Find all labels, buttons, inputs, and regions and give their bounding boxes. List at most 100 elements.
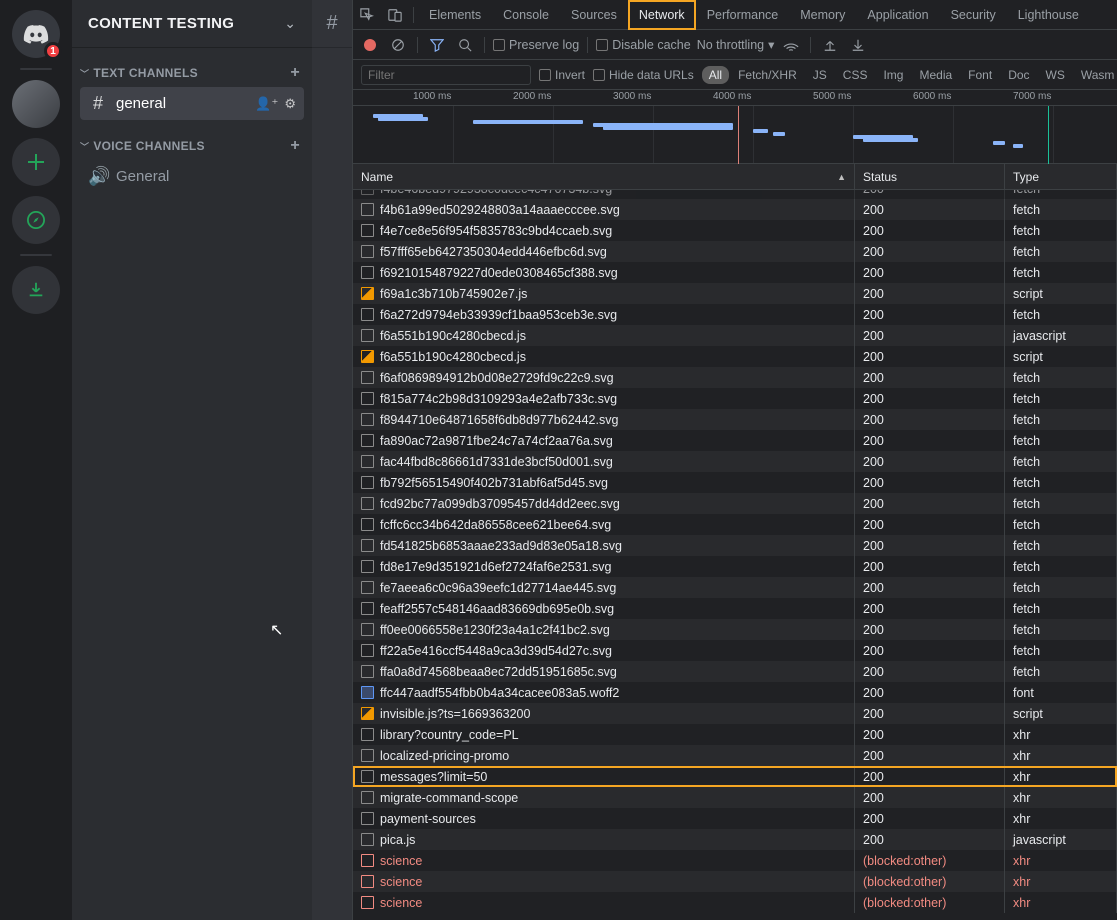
invert-checkbox[interactable]: Invert [539,68,585,82]
add-channel-button[interactable]: + [290,137,300,155]
filter-input[interactable] [361,65,531,85]
tab-elements[interactable]: Elements [418,0,492,30]
invite-icon[interactable]: 👤⁺ [255,96,278,112]
request-type: xhr [1005,787,1117,808]
inspect-icon[interactable] [353,8,381,22]
filter-type-fetchxhr[interactable]: Fetch/XHR [731,66,804,84]
filter-type-img[interactable]: Img [876,66,910,84]
server-button[interactable] [12,80,60,128]
tab-sources[interactable]: Sources [560,0,628,30]
search-icon[interactable] [454,34,476,56]
request-row[interactable]: library?country_code=PL200xhr [353,724,1117,745]
explore-button[interactable] [12,196,60,244]
request-row[interactable]: f69210154879227d0ede0308465cf388.svg200f… [353,262,1117,283]
grid-body[interactable]: f4be46bed9792938c0dcec4c470734b.svg200fe… [353,190,1117,920]
col-type[interactable]: Type [1005,164,1117,189]
filter-type-doc[interactable]: Doc [1001,66,1036,84]
request-row[interactable]: fd8e17e9d351921d6ef2724faf6e2531.svg200f… [353,556,1117,577]
channel-general[interactable]: # general 👤⁺ ⚙ [80,87,304,120]
tab-console[interactable]: Console [492,0,560,30]
disable-cache-checkbox[interactable]: Disable cache [596,38,691,52]
gear-icon[interactable]: ⚙ [284,96,296,112]
server-header[interactable]: CONTENT TESTING ⌄ [72,0,312,48]
request-row[interactable]: f57fff65eb6427350304edd446efbc6d.svg200f… [353,241,1117,262]
request-row[interactable]: messages?limit=50200xhr [353,766,1117,787]
request-row[interactable]: ffa0a8d74568beaa8ec72dd51951685c.svg200f… [353,661,1117,682]
request-row[interactable]: f4be46bed9792938c0dcec4c470734b.svg200fe… [353,190,1117,199]
request-status: 200 [855,451,1005,472]
request-row[interactable]: f6a551b190c4280cbecd.js200script [353,346,1117,367]
request-row[interactable]: f6af0869894912b0d08e2729fd9c22c9.svg200f… [353,367,1117,388]
filter-type-all[interactable]: All [702,66,729,84]
request-row[interactable]: f6a551b190c4280cbecd.js200javascript [353,325,1117,346]
tab-network[interactable]: Network [628,0,696,30]
file-icon [361,329,374,342]
import-har-icon[interactable] [819,34,841,56]
tab-security[interactable]: Security [940,0,1007,30]
request-row[interactable]: invisible.js?ts=1669363200200script [353,703,1117,724]
request-row[interactable]: f6a272d9794eb33939cf1baa953ceb3e.svg200f… [353,304,1117,325]
export-har-icon[interactable] [847,34,869,56]
throttling-select[interactable]: No throttling▾ [697,37,775,52]
filter-type-wasm[interactable]: Wasm [1074,66,1117,84]
request-row[interactable]: f8944710e64871658f6db8d977b62442.svg200f… [353,409,1117,430]
file-icon [361,190,374,195]
filter-type-font[interactable]: Font [961,66,999,84]
home-button[interactable]: 1 [12,10,60,58]
network-conditions-icon[interactable] [780,34,802,56]
request-row[interactable]: localized-pricing-promo200xhr [353,745,1117,766]
request-row[interactable]: ffc447aadf554fbb0b4a34cacee083a5.woff220… [353,682,1117,703]
request-row[interactable]: fcffc6cc34b642da86558cee621bee64.svg200f… [353,514,1117,535]
request-row[interactable]: f4e7ce8e56f954f5835783c9bd4ccaeb.svg200f… [353,220,1117,241]
request-row[interactable]: feaff2557c548146aad83669db695e0b.svg200f… [353,598,1117,619]
download-button[interactable] [12,266,60,314]
network-timeline[interactable]: 1000 ms2000 ms3000 ms4000 ms5000 ms6000 … [353,90,1117,164]
clear-button[interactable] [387,34,409,56]
voice-channels-header[interactable]: ﹀ VOICE CHANNELS + [72,121,312,159]
add-server-button[interactable] [12,138,60,186]
tab-lighthouse[interactable]: Lighthouse [1007,0,1090,30]
filter-type-js[interactable]: JS [806,66,834,84]
text-channels-header[interactable]: ﹀ TEXT CHANNELS + [72,48,312,86]
request-row[interactable]: fd541825b6853aaae233ad9d83e05a18.svg200f… [353,535,1117,556]
request-row[interactable]: payment-sources200xhr [353,808,1117,829]
request-name: ffa0a8d74568beaa8ec72dd51951685c.svg [380,665,617,679]
request-type: fetch [1005,220,1117,241]
request-row[interactable]: f4b61a99ed5029248803a14aaaecccee.svg200f… [353,199,1117,220]
col-status[interactable]: Status [855,164,1005,189]
filter-type-media[interactable]: Media [912,66,959,84]
tab-application[interactable]: Application [856,0,939,30]
add-channel-button[interactable]: + [290,64,300,82]
request-row[interactable]: pica.js200javascript [353,829,1117,850]
request-row[interactable]: fe7aeea6c0c96a39eefc1d27714ae445.svg200f… [353,577,1117,598]
request-type: fetch [1005,190,1117,199]
request-row[interactable]: ff22a5e416ccf5448a9ca3d39d54d27c.svg200f… [353,640,1117,661]
filter-type-css[interactable]: CSS [836,66,875,84]
voice-channel-general[interactable]: 🔊 General [80,160,304,193]
hide-data-urls-checkbox[interactable]: Hide data URLs [593,68,694,82]
tab-memory[interactable]: Memory [789,0,856,30]
device-toggle-icon[interactable] [381,8,409,22]
file-icon [361,245,374,258]
request-row[interactable]: f69a1c3b710b745902e7.js200script [353,283,1117,304]
request-row[interactable]: fb792f56515490f402b731abf6af5d45.svg200f… [353,472,1117,493]
filter-type-ws[interactable]: WS [1039,66,1072,84]
request-row[interactable]: fa890ac72a9871fbe24c7a74cf2aa76a.svg200f… [353,430,1117,451]
file-icon [361,875,374,888]
tab-performance[interactable]: Performance [696,0,790,30]
request-name: science [380,896,422,910]
request-row[interactable]: migrate-command-scope200xhr [353,787,1117,808]
record-button[interactable] [359,34,381,56]
request-name: library?country_code=PL [380,728,519,742]
request-row[interactable]: ff0ee0066558e1230f23a4a1c2f41bc2.svg200f… [353,619,1117,640]
request-row[interactable]: science(blocked:other)xhr [353,871,1117,892]
col-name[interactable]: Name▲ [353,164,855,189]
request-row[interactable]: f815a774c2b98d3109293a4e2afb733c.svg200f… [353,388,1117,409]
filter-icon[interactable] [426,34,448,56]
request-row[interactable]: science(blocked:other)xhr [353,850,1117,871]
chevron-down-icon: ▾ [768,37,774,52]
request-row[interactable]: fac44fbd8c86661d7331de3bcf50d001.svg200f… [353,451,1117,472]
request-row[interactable]: fcd92bc77a099db37095457dd4dd2eec.svg200f… [353,493,1117,514]
preserve-log-checkbox[interactable]: Preserve log [493,38,579,52]
request-row[interactable]: science(blocked:other)xhr [353,892,1117,913]
